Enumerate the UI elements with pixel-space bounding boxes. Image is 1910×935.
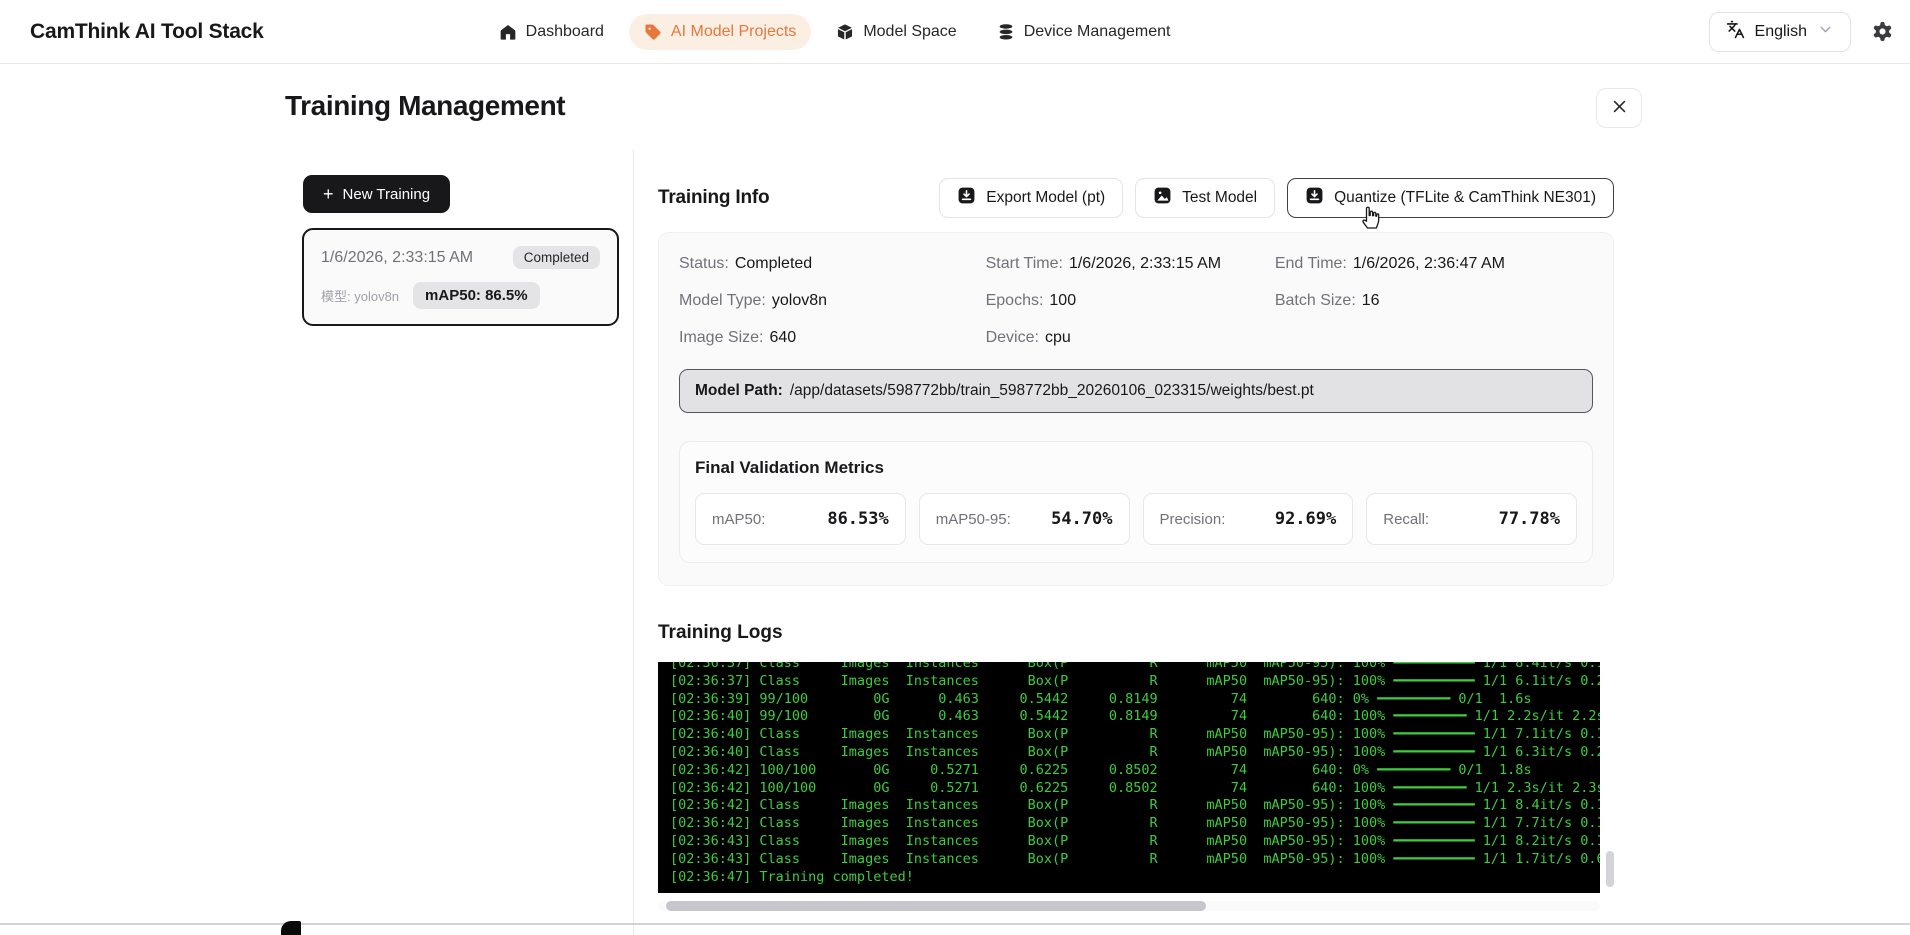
log-line: [02:36:42] Class Images Instances Box(P …	[670, 815, 1600, 832]
chevron-down-icon	[1817, 21, 1834, 43]
action-buttons: Export Model (pt) Test Model Quantize (T…	[939, 178, 1614, 229]
image-icon	[1153, 186, 1172, 210]
test-model-label: Test Model	[1182, 189, 1258, 206]
new-training-button[interactable]: + New Training	[303, 175, 451, 213]
log-line: [02:36:37] Class Images Instances Box(P …	[670, 672, 1600, 689]
nav-item-label: AI Model Projects	[670, 22, 797, 40]
export-model-button[interactable]: Export Model (pt)	[939, 178, 1124, 218]
metric-recall: Recall: 77.78%	[1366, 493, 1577, 545]
training-info-title: Training Info	[658, 187, 770, 208]
close-button[interactable]	[1596, 88, 1642, 128]
training-info-card: Status: Completed Start Time: 1/6/2026, 2:…	[658, 232, 1614, 586]
log-line: [02:36:43] Class Images Instances Box(P …	[670, 850, 1600, 867]
field-model-type: Model Type: yolov8n	[679, 292, 828, 309]
run-timestamp: 1/6/2026, 2:33:15 AM	[321, 248, 474, 266]
field-status: Status: Completed	[679, 255, 813, 272]
log-line: [02:36:40] 99/100 0G 0.463 0.5442 0.8149…	[670, 708, 1600, 725]
metrics-title: Final Validation Metrics	[695, 458, 884, 477]
page-header: Training Management	[0, 64, 1910, 150]
run-model-label: 模型: yolov8n	[321, 289, 400, 304]
quantize-button[interactable]: Quantize (TFLite & CamThink NE301)	[1287, 178, 1614, 229]
field-start-time: Start Time: 1/6/2026, 2:33:15 AM	[985, 255, 1222, 272]
validation-metrics-panel: Final Validation Metrics mAP50: 86.53% m…	[679, 441, 1593, 563]
log-line: [02:36:43] Class Images Instances Box(P …	[670, 832, 1600, 849]
peeking-element-corner	[281, 921, 301, 935]
page-title: Training Management	[285, 90, 566, 121]
log-line: [02:36:42] 100/100 0G 0.5271 0.6225 0.85…	[670, 761, 1532, 778]
model-path-box: Model Path: /app/datasets/598772bb/train…	[679, 369, 1593, 413]
download-icon	[957, 186, 976, 210]
log-line: [02:36:40] Class Images Instances Box(P …	[670, 743, 1600, 760]
training-detail: Training Info Export Model (pt) Test Mod…	[634, 150, 1614, 935]
languages-icon	[1726, 20, 1745, 44]
metric-precision: Precision: 92.69%	[1142, 493, 1354, 545]
field-end-time: End Time: 1/6/2026, 2:36:47 AM	[1274, 255, 1505, 272]
new-training-label: New Training	[342, 185, 431, 203]
cursor-pointer-icon	[1360, 204, 1382, 235]
training-logs-title: Training Logs	[658, 622, 783, 643]
nav-item-model-space[interactable]: Model Space	[821, 14, 971, 50]
language-selector[interactable]: English	[1708, 11, 1851, 52]
nav-item-dashboard[interactable]: Dashboard	[484, 14, 619, 50]
language-label: English	[1754, 22, 1807, 40]
model-path-value: /app/datasets/598772bb/train_598772bb_20…	[789, 382, 1314, 399]
training-logs-terminal: [02:36:37] Class Images Instances Box(P …	[658, 662, 1614, 893]
field-device: Device: cpu	[985, 329, 1071, 346]
tag-icon	[644, 23, 662, 41]
nav-item-label: Dashboard	[525, 22, 604, 40]
plus-icon: +	[323, 183, 334, 204]
metric-map50: mAP50: 86.53%	[695, 493, 906, 545]
nav-item-label: Device Management	[1023, 22, 1171, 40]
run-status-badge: Completed	[512, 246, 600, 269]
training-runs-sidebar: + New Training 1/6/2026, 2:33:15 AM Comp…	[285, 150, 634, 935]
nav-item-label: Model Space	[863, 22, 957, 40]
log-line: [02:36:42] Class Images Instances Box(P …	[670, 797, 1600, 814]
log-output[interactable]: [02:36:37] Class Images Instances Box(P …	[658, 662, 1600, 893]
quantize-label: Quantize (TFLite & CamThink NE301)	[1334, 189, 1596, 206]
vertical-scrollbar-thumb[interactable]	[1606, 851, 1614, 887]
horizontal-scrollbar-thumb[interactable]	[666, 901, 1206, 911]
horizontal-scrollbar[interactable]	[658, 901, 1600, 911]
field-epochs: Epochs: 100	[985, 292, 1077, 309]
settings-gear-icon[interactable]	[1871, 20, 1894, 43]
nav-item-device-management[interactable]: Device Management	[982, 14, 1186, 50]
log-line: [02:36:37] Class Images Instances Box(P …	[670, 662, 1600, 671]
metric-map50-95: mAP50-95: 54.70%	[918, 493, 1130, 545]
training-fields: Status: Completed Start Time: 1/6/2026, 2:…	[679, 253, 1593, 349]
field-image-size: Image Size: 640	[679, 329, 797, 346]
log-line: [02:36:39] 99/100 0G 0.463 0.5442 0.8149…	[670, 690, 1532, 707]
export-model-label: Export Model (pt)	[986, 189, 1106, 206]
top-nav: CamThink AI Tool Stack Dashboard AI Mode…	[0, 0, 1910, 64]
app-title: CamThink AI Tool Stack	[30, 19, 264, 43]
nav-right: English	[1708, 11, 1910, 52]
log-line: [02:36:40] Class Images Instances Box(P …	[670, 726, 1600, 743]
main-menu: Dashboard AI Model Projects Model Space …	[484, 13, 1186, 50]
close-icon	[1611, 98, 1628, 118]
model-path-label: Model Path:	[695, 382, 783, 399]
home-icon	[499, 23, 517, 41]
nav-item-ai-model-projects[interactable]: AI Model Projects	[628, 13, 812, 50]
run-map50-badge: mAP50: 86.5%	[413, 282, 540, 309]
test-model-button[interactable]: Test Model	[1135, 178, 1276, 218]
training-run-item[interactable]: 1/6/2026, 2:33:15 AM Completed 模型: yolov…	[302, 228, 619, 326]
field-batch-size: Batch Size: 16	[1274, 292, 1380, 309]
database-icon	[997, 23, 1015, 41]
content: + New Training 1/6/2026, 2:33:15 AM Comp…	[0, 150, 1910, 935]
log-line: [02:36:42] 100/100 0G 0.5271 0.6225 0.85…	[670, 779, 1600, 796]
download-icon	[1305, 186, 1324, 210]
package-icon	[836, 23, 854, 41]
log-line: [02:36:47] Training completed!	[670, 868, 914, 885]
